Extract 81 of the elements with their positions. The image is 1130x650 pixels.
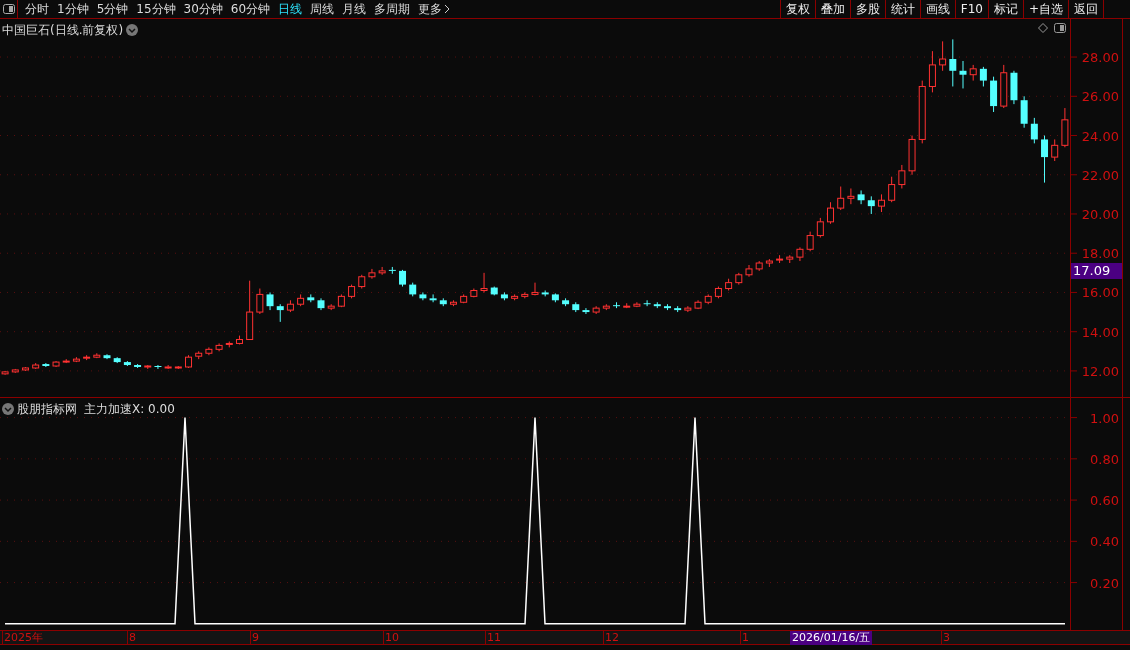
toolbar-button[interactable]: 复权	[779, 0, 815, 18]
candlestick	[531, 282, 539, 296]
panel-toggle-icon[interactable]	[1054, 23, 1066, 33]
y-tick-label: 1.00	[1090, 410, 1119, 426]
indicator-reading: 主力加速X: 0.00	[84, 401, 175, 418]
month-label: 10	[383, 631, 399, 645]
y-tick-label: 22.00	[1081, 167, 1119, 183]
y-tick-label: 0.80	[1090, 451, 1119, 467]
candlestick	[827, 201, 835, 225]
toolbar-button[interactable]: 多股	[849, 0, 885, 18]
candlestick	[480, 272, 488, 293]
chart-title: 中国巨石(日线.前复权)	[2, 22, 124, 39]
candlestick	[419, 291, 427, 301]
y-tick-label: 0.40	[1090, 534, 1119, 550]
toolbar-button[interactable]: 标记	[987, 0, 1023, 18]
period-tab[interactable]: 60分钟	[226, 0, 275, 18]
candlestick	[979, 66, 987, 87]
period-tab[interactable]: 5分钟	[92, 0, 133, 18]
period-tab[interactable]: 分时	[21, 0, 53, 18]
candlestick	[256, 288, 264, 315]
y-tick-label: 28.00	[1081, 50, 1119, 66]
candlestick	[959, 60, 967, 89]
candlestick	[837, 186, 845, 211]
chevron-right-icon[interactable]	[444, 4, 451, 14]
y-tick-label: 0.20	[1090, 575, 1119, 591]
candlestick	[1051, 138, 1059, 162]
candlestick	[429, 293, 437, 303]
y-tick-label: 24.00	[1081, 128, 1119, 144]
month-label: 11	[485, 631, 501, 645]
period-tab[interactable]: 更多	[414, 0, 447, 18]
y-tick-label: 18.00	[1081, 246, 1119, 262]
candlestick	[378, 266, 386, 276]
period-tab[interactable]: 30分钟	[179, 0, 227, 18]
candlestick	[888, 176, 896, 203]
candlestick	[42, 362, 50, 368]
candlestick	[816, 217, 824, 239]
indicator-name: 股朋指标网	[17, 401, 77, 418]
candlestick	[928, 50, 936, 93]
period-tab[interactable]: 15分钟	[132, 0, 180, 18]
candlestick	[949, 38, 957, 87]
period-tab[interactable]: 月线	[338, 0, 371, 18]
candlestick	[806, 231, 814, 252]
candlestick	[643, 299, 651, 307]
period-tab[interactable]: 1分钟	[53, 0, 93, 18]
candlestick	[857, 189, 865, 205]
month-label: 1	[740, 631, 749, 645]
candlestick	[847, 187, 855, 205]
toolbar-button[interactable]: 统计	[884, 0, 920, 18]
candlestick	[1020, 95, 1028, 129]
month-label: 2025年	[2, 631, 43, 645]
month-label: 8	[127, 631, 136, 645]
candlestick	[368, 268, 376, 280]
month-label: 12	[603, 631, 619, 645]
candlestick	[1041, 135, 1049, 184]
period-tab[interactable]: 周线	[306, 0, 339, 18]
candlestick	[582, 307, 590, 315]
toolbar-button[interactable]: 返回	[1068, 0, 1104, 18]
toolbar-button[interactable]: +自选	[1022, 0, 1068, 18]
panel-toggle-icon[interactable]	[2, 4, 15, 14]
y-tick-label: 26.00	[1081, 89, 1119, 105]
current-price-label: 17.09	[1071, 263, 1122, 280]
dropdown-icon[interactable]	[2, 403, 14, 415]
y-tick-label: 16.00	[1081, 285, 1119, 301]
toolbar-button[interactable]: 叠加	[814, 0, 850, 18]
diamond-icon[interactable]	[1038, 23, 1048, 33]
y-tick-label: 14.00	[1081, 324, 1119, 340]
toolbar-button[interactable]: F10	[954, 0, 988, 18]
period-tab[interactable]: 多周期	[370, 0, 415, 18]
y-tick-label: 12.00	[1081, 363, 1119, 379]
y-tick-label: 20.00	[1081, 207, 1119, 222]
candlestick	[154, 364, 162, 370]
y-tick-label: 0.60	[1090, 493, 1119, 509]
period-tab[interactable]: 日线	[274, 0, 307, 18]
toolbar-button[interactable]: 画线	[919, 0, 955, 18]
dropdown-icon[interactable]	[126, 24, 139, 36]
cursor-date-label: 2026/01/16/五	[790, 631, 873, 645]
candlestick	[898, 164, 906, 189]
candlestick	[939, 40, 947, 72]
candlestick	[1030, 117, 1038, 144]
month-label: 9	[250, 631, 259, 645]
month-label: 3	[941, 631, 950, 645]
